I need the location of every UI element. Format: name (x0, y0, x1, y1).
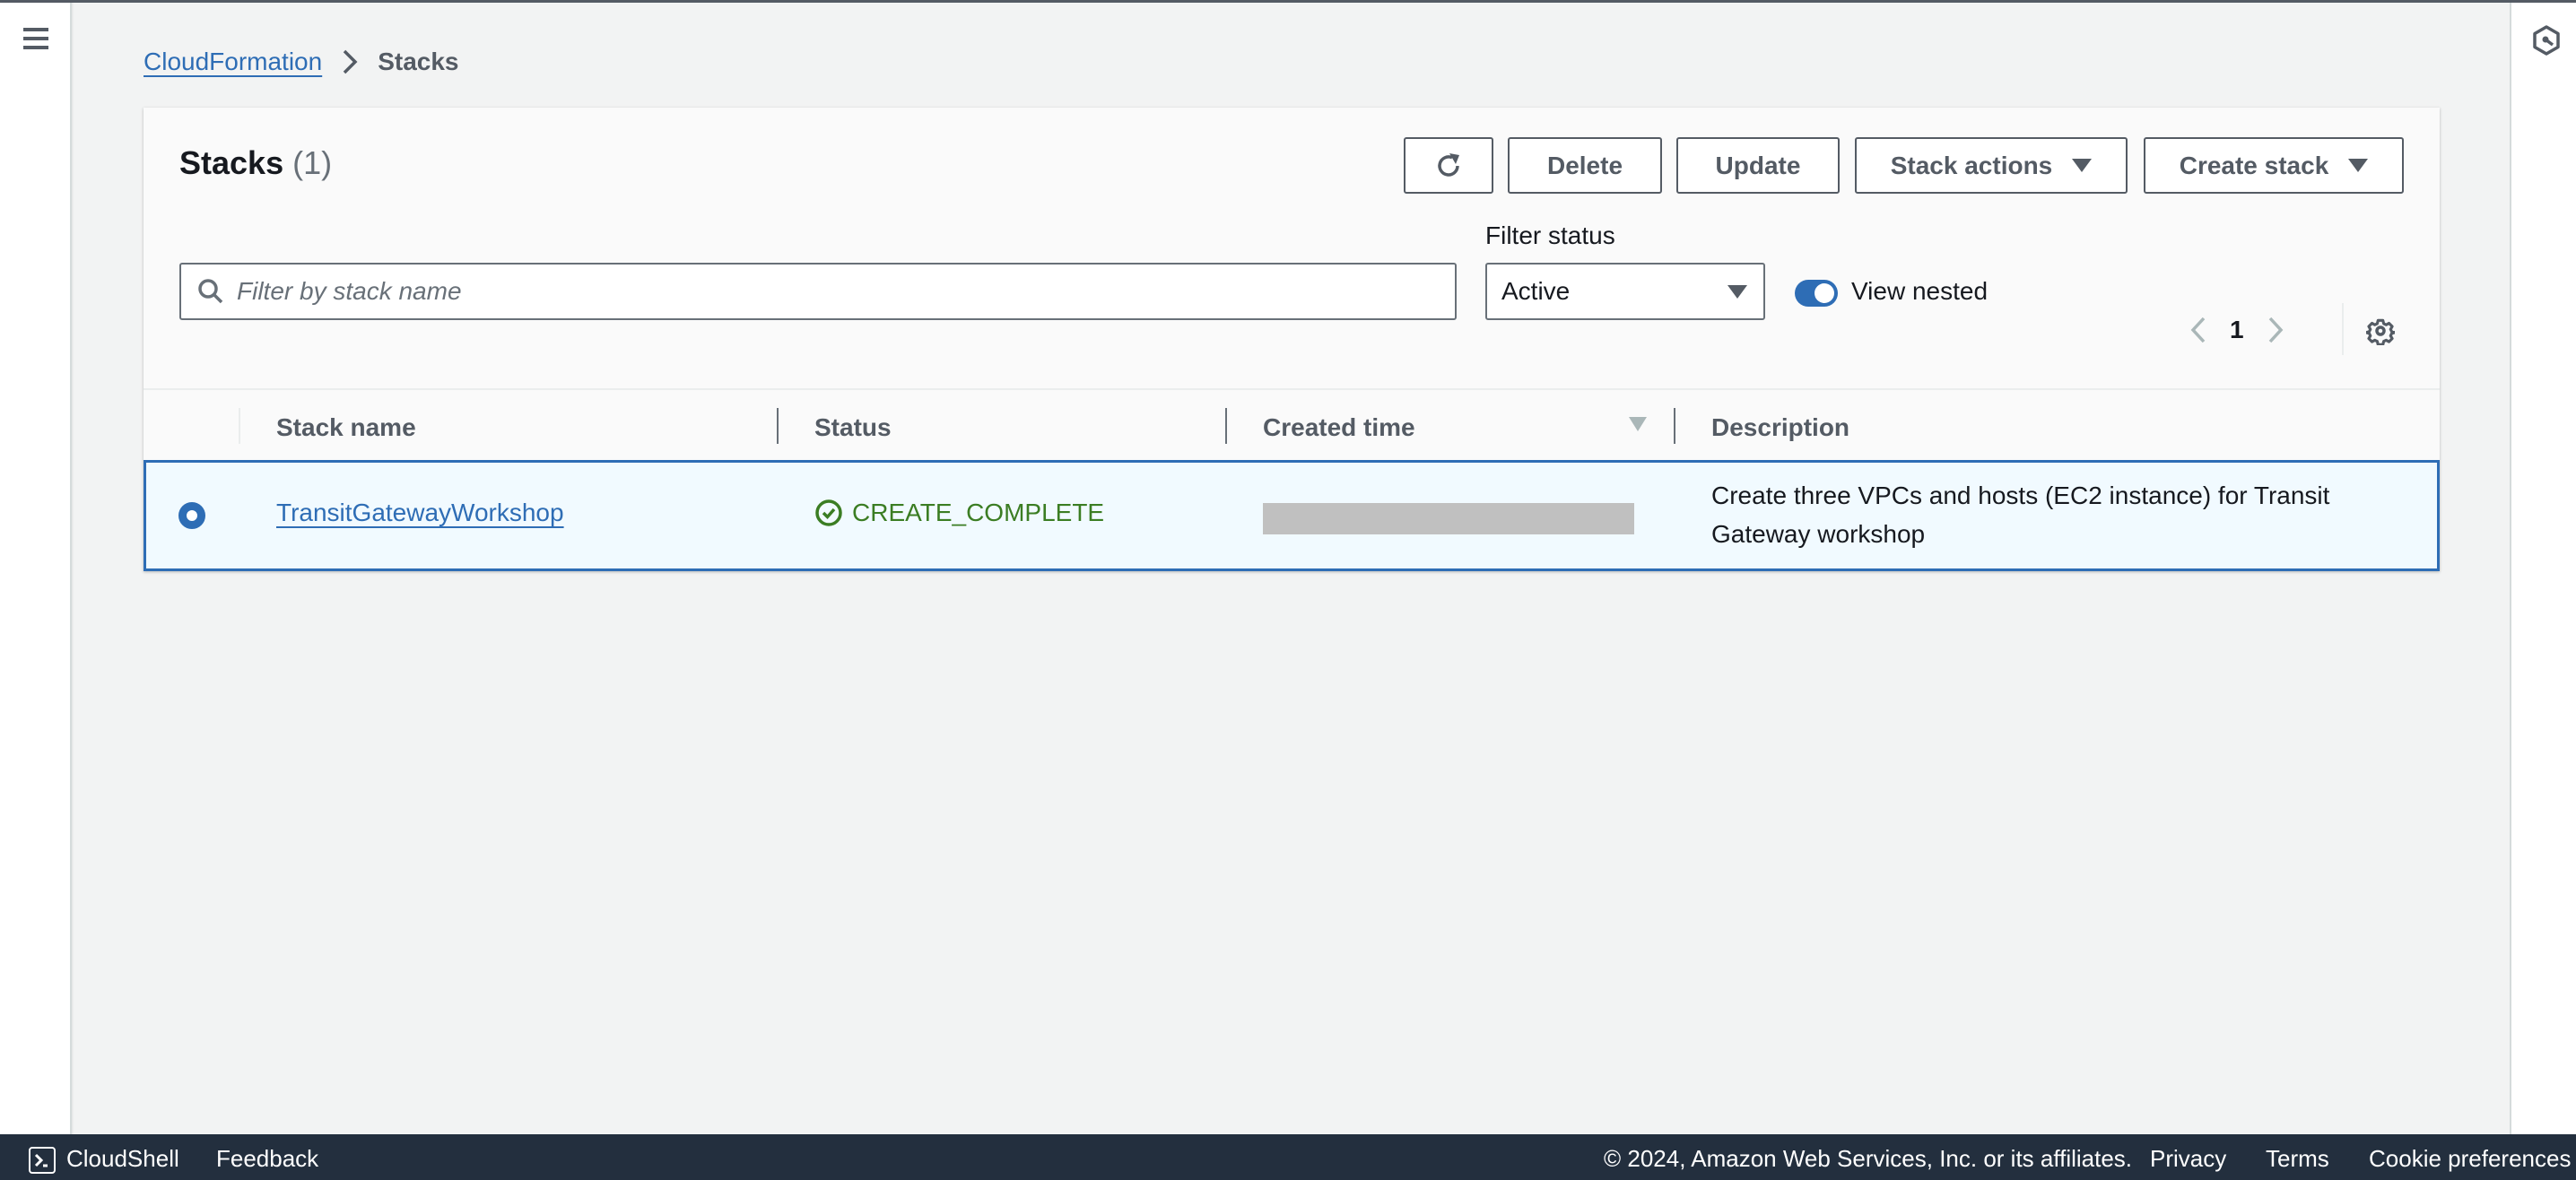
create-stack-label: Create stack (2179, 151, 2329, 179)
refresh-button[interactable] (1404, 137, 1493, 194)
cloudshell-link[interactable]: CloudShell (66, 1145, 179, 1173)
pagination-divider (2342, 303, 2344, 355)
filter-status-label: Filter status (1485, 221, 1615, 249)
delete-button[interactable]: Delete (1508, 137, 1662, 194)
created-time-redacted (1263, 503, 1634, 534)
filter-status-value: Active (1501, 277, 1571, 305)
search-icon (198, 279, 223, 304)
stack-count: (1) (292, 144, 333, 181)
right-tools-rail (2510, 3, 2576, 1134)
column-divider (239, 408, 240, 444)
column-header-created-time[interactable]: Created time (1263, 413, 1415, 442)
filter-status-select[interactable]: Active (1485, 263, 1765, 320)
chevron-right-icon[interactable] (2266, 316, 2285, 344)
sort-descending-icon[interactable] (1629, 417, 1647, 431)
view-nested-toggle[interactable] (1795, 280, 1838, 307)
console-footer: CloudShell Feedback © 2024, Amazon Web S… (0, 1134, 2576, 1180)
cookie-preferences-link[interactable]: Cookie preferences (2369, 1145, 2571, 1173)
stack-search-field[interactable] (179, 263, 1457, 320)
caret-down-icon (2348, 159, 2369, 172)
toggle-knob (1815, 283, 1834, 303)
tools-panel-icon[interactable] (2533, 25, 2560, 56)
gear-icon[interactable] (2366, 317, 2395, 345)
terms-link[interactable]: Terms (2266, 1145, 2329, 1173)
column-resizer[interactable] (1674, 408, 1675, 444)
privacy-link[interactable]: Privacy (2150, 1145, 2226, 1173)
breadcrumb-current-stacks: Stacks (378, 48, 459, 75)
success-check-icon (815, 499, 842, 526)
stack-search-input[interactable] (237, 265, 1455, 318)
column-header-status[interactable]: Status (814, 413, 892, 442)
stack-name-link[interactable]: TransitGatewayWorkshop (276, 499, 564, 527)
column-resizer[interactable] (1225, 408, 1227, 444)
left-navigation-rail (0, 3, 72, 1134)
column-resizer[interactable] (777, 408, 779, 444)
status-badge: CREATE_COMPLETE (814, 499, 1104, 527)
create-stack-dropdown[interactable]: Create stack (2144, 137, 2404, 194)
table-header: Stack name Status Created time Descripti… (144, 388, 2440, 460)
copyright-text: © 2024, Amazon Web Services, Inc. or its… (1604, 1145, 2133, 1172)
hamburger-menu-icon[interactable] (23, 28, 48, 51)
column-header-stack-name[interactable]: Stack name (276, 413, 416, 442)
status-text: CREATE_COMPLETE (852, 499, 1105, 526)
stack-description: Create three VPCs and hosts (EC2 instanc… (1711, 482, 2330, 548)
caret-down-icon (1727, 284, 1747, 299)
breadcrumb: CloudFormation Stacks (144, 44, 459, 80)
title-text: Stacks (179, 144, 284, 181)
page-number-button[interactable]: 1 (2230, 316, 2244, 344)
row-select-radio[interactable] (178, 502, 205, 529)
feedback-link[interactable]: Feedback (216, 1145, 318, 1173)
stack-actions-dropdown[interactable]: Stack actions (1855, 137, 2128, 194)
view-nested-label: View nested (1851, 277, 1989, 305)
cloudshell-icon[interactable] (29, 1147, 56, 1174)
pagination: 1 (2189, 312, 2285, 348)
stack-actions-label: Stack actions (1890, 151, 2053, 179)
page-title: Stacks (1) (179, 144, 332, 182)
refresh-icon (1438, 152, 1459, 177)
caret-down-icon (2072, 159, 2093, 172)
chevron-left-icon[interactable] (2189, 316, 2208, 344)
chevron-right-icon (343, 49, 358, 74)
breadcrumb-cloudformation-link[interactable]: CloudFormation (144, 48, 322, 76)
column-header-description[interactable]: Description (1711, 413, 1849, 442)
update-button[interactable]: Update (1676, 137, 1840, 194)
